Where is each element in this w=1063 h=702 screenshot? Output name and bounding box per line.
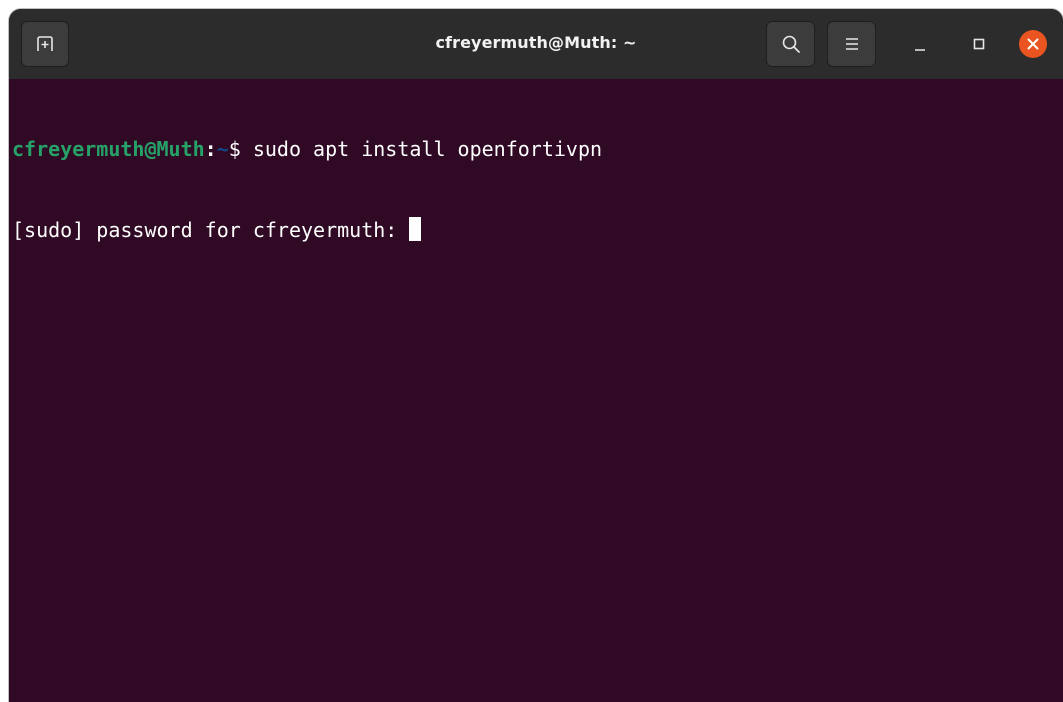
close-button[interactable] (1019, 30, 1047, 58)
hamburger-menu-icon (845, 38, 858, 50)
prompt-user-host: cfreyermuth@Muth (12, 137, 205, 161)
header-bar: cfreyermuth@Muth: ~ (9, 9, 1063, 79)
command-text: sudo apt install openfortivpn (252, 137, 603, 161)
terminal-output[interactable]: cfreyermuth@Muth:~$ sudo apt install ope… (9, 79, 1063, 702)
prompt-separator: : (204, 137, 217, 161)
prompt-path: ~ (216, 137, 229, 161)
password-prompt-line: [sudo] password for cfreyermuth: (12, 217, 1063, 244)
prompt-symbol: $ (228, 137, 253, 161)
text-cursor[interactable] (409, 217, 422, 241)
menu-button[interactable] (827, 21, 876, 67)
maximize-icon (973, 38, 985, 50)
close-icon (1027, 38, 1039, 50)
maximize-button[interactable] (964, 29, 994, 59)
minimize-button[interactable] (905, 29, 935, 59)
command-line: cfreyermuth@Muth:~$ sudo apt install ope… (12, 136, 1063, 163)
terminal-window: cfreyermuth@Muth: ~ cfreyermuth@Muth:~$ … (9, 9, 1063, 702)
minimize-icon (915, 49, 925, 51)
search-button[interactable] (766, 21, 815, 67)
search-icon (782, 35, 800, 53)
password-prompt-text: [sudo] password for cfreyermuth: (12, 218, 410, 242)
